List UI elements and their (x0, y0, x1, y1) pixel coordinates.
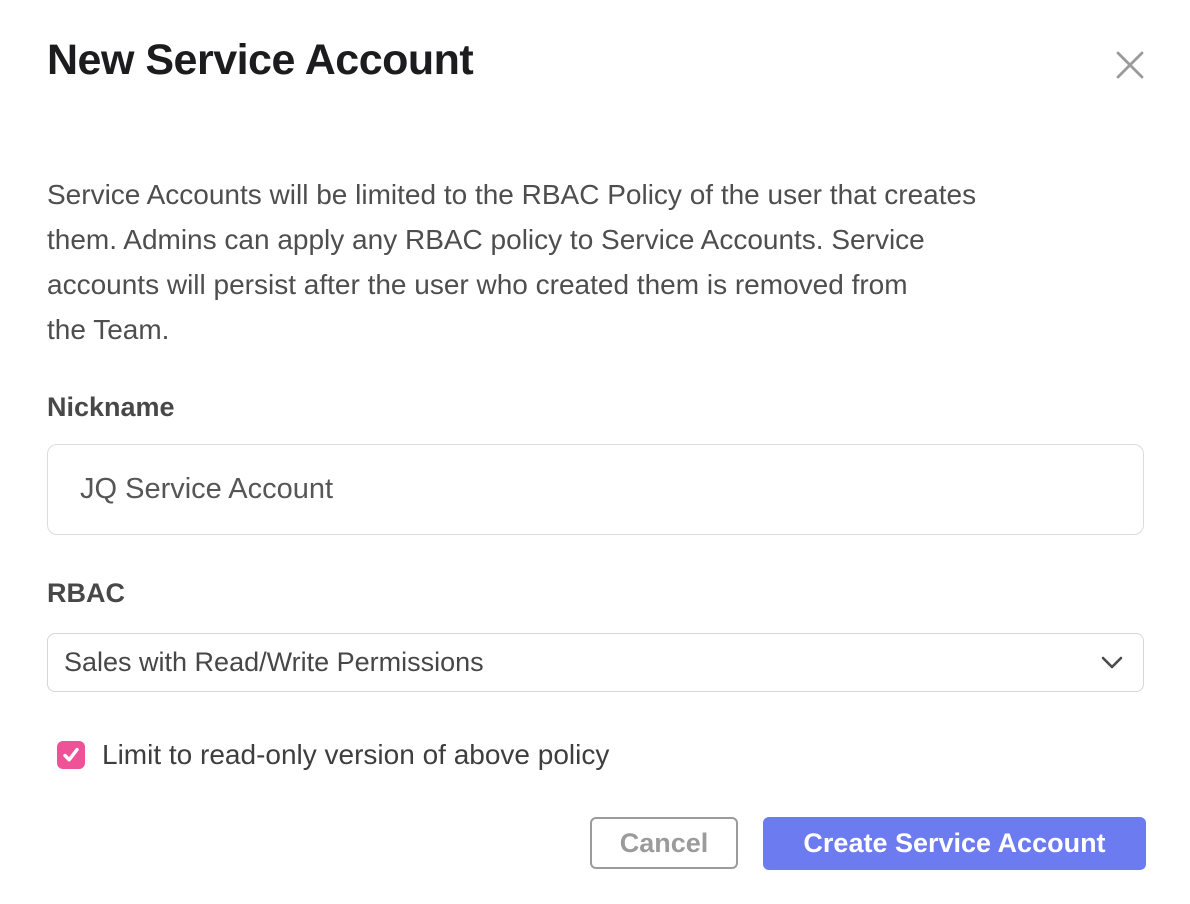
limit-readonly-checkbox[interactable] (57, 741, 85, 769)
rbac-label: RBAC (47, 578, 125, 609)
new-service-account-modal: New Service Account Service Accounts wil… (0, 0, 1190, 904)
chevron-down-icon (1101, 656, 1123, 670)
nickname-input[interactable] (47, 444, 1144, 535)
close-icon (1115, 50, 1145, 80)
description-line: them. Admins can apply any RBAC policy t… (47, 217, 1157, 262)
description-line: Service Accounts will be limited to the … (47, 172, 1157, 217)
modal-footer: Cancel Create Service Account (0, 817, 1190, 870)
description-line: accounts will persist after the user who… (47, 262, 1157, 307)
close-button[interactable] (1110, 45, 1150, 85)
rbac-select-value: Sales with Read/Write Permissions (64, 647, 484, 678)
rbac-select[interactable]: Sales with Read/Write Permissions (47, 633, 1144, 692)
description-line: the Team. (47, 307, 1157, 352)
limit-readonly-row: Limit to read-only version of above poli… (57, 739, 609, 771)
nickname-label: Nickname (47, 392, 175, 423)
page-title: New Service Account (47, 36, 473, 85)
modal-description: Service Accounts will be limited to the … (47, 172, 1157, 352)
create-service-account-button[interactable]: Create Service Account (763, 817, 1146, 870)
limit-readonly-label[interactable]: Limit to read-only version of above poli… (102, 739, 609, 771)
cancel-button[interactable]: Cancel (590, 817, 738, 869)
check-icon (61, 745, 81, 765)
